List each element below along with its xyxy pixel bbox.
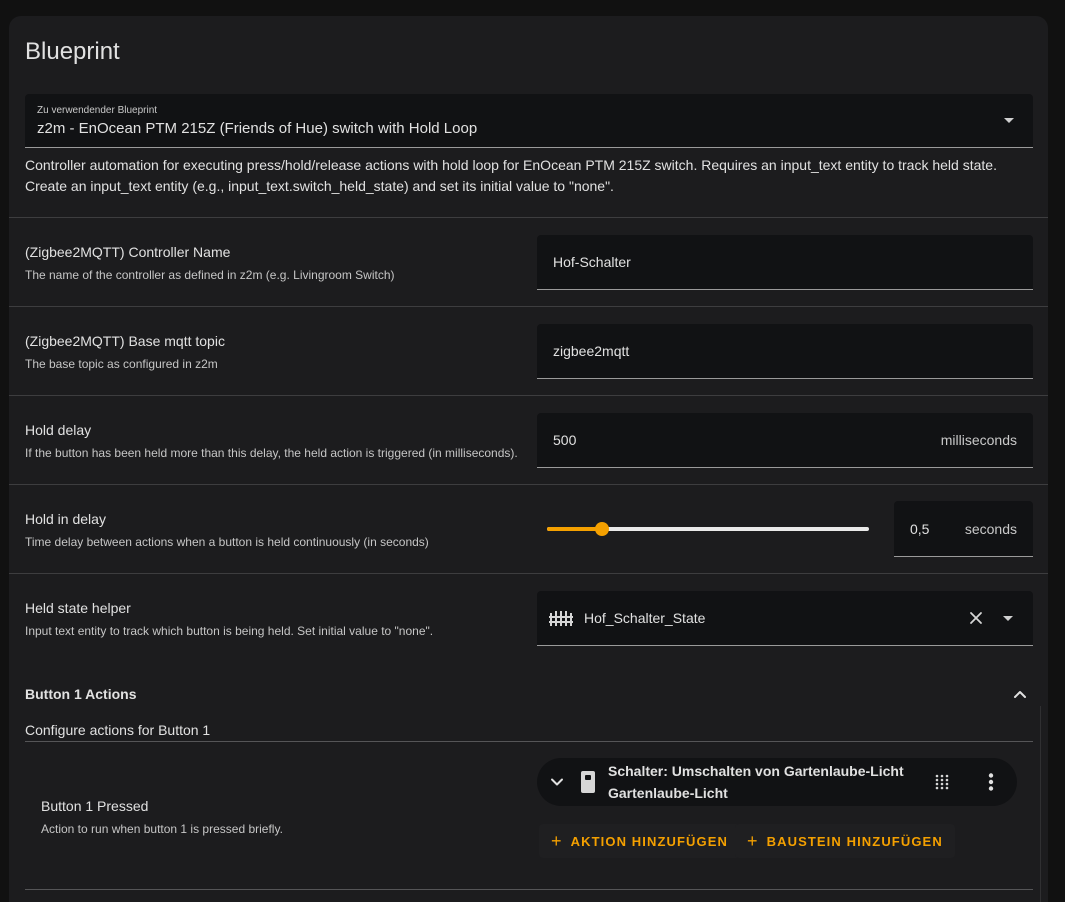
hold-in-delay-slider[interactable] bbox=[547, 522, 869, 536]
base-topic-input[interactable]: zigbee2mqtt bbox=[537, 324, 1033, 379]
button1-section-subtitle: Configure actions for Button 1 bbox=[25, 722, 211, 738]
blueprint-select-value: z2m - EnOcean PTM 215Z (Friends of Hue) … bbox=[37, 120, 478, 137]
divider bbox=[9, 573, 1048, 574]
held-state-entity-picker[interactable]: Hof_Schalter_State bbox=[537, 591, 1033, 646]
plus-icon: + bbox=[747, 831, 759, 851]
action-item[interactable]: Schalter: Umschalten von Gartenlaube-Lic… bbox=[537, 758, 1017, 806]
base-topic-description: The base topic as configured in z2m bbox=[25, 357, 218, 371]
controller-name-value: Hof-Schalter bbox=[553, 254, 631, 270]
slider-fill bbox=[547, 527, 602, 531]
hold-in-delay-title: Hold in delay bbox=[25, 511, 106, 527]
divider bbox=[9, 484, 1048, 485]
hold-in-delay-description: Time delay between actions when a button… bbox=[25, 535, 429, 549]
held-state-title: Held state helper bbox=[25, 600, 131, 616]
fence-icon bbox=[549, 611, 573, 626]
hold-delay-input[interactable]: 500 milliseconds bbox=[537, 413, 1033, 468]
action-subtitle: Gartenlaube-Licht bbox=[608, 785, 728, 801]
button1-pressed-title: Button 1 Pressed bbox=[41, 798, 149, 814]
hold-delay-unit: milliseconds bbox=[940, 432, 1017, 448]
held-state-value: Hof_Schalter_State bbox=[584, 610, 706, 626]
controller-name-title: (Zigbee2MQTT) Controller Name bbox=[25, 244, 231, 260]
base-topic-value: zigbee2mqtt bbox=[553, 343, 630, 359]
hold-in-delay-value: 0,5 bbox=[910, 521, 930, 537]
held-state-description: Input text entity to track which button … bbox=[25, 624, 434, 638]
controller-name-input[interactable]: Hof-Schalter bbox=[537, 235, 1033, 290]
section-divider bbox=[25, 889, 1033, 890]
chevron-down-icon[interactable] bbox=[550, 775, 564, 789]
plus-icon: + bbox=[551, 831, 563, 851]
dropdown-arrow-icon[interactable] bbox=[1003, 616, 1013, 621]
hold-delay-value: 500 bbox=[553, 432, 577, 448]
add-building-block-button[interactable]: + BAUSTEIN HINZUFÜGEN bbox=[735, 824, 955, 858]
action-title: Schalter: Umschalten von Gartenlaube-Lic… bbox=[608, 763, 904, 779]
divider bbox=[9, 306, 1048, 307]
hold-in-delay-input[interactable]: 0,5 seconds bbox=[894, 501, 1033, 557]
drag-handle-icon[interactable] bbox=[935, 774, 949, 790]
button1-pressed-description: Action to run when button 1 is pressed b… bbox=[41, 822, 283, 836]
blueprint-card: Blueprint Zu verwendender Blueprint z2m … bbox=[9, 16, 1048, 902]
divider bbox=[9, 395, 1048, 396]
chevron-up-icon[interactable] bbox=[1012, 686, 1028, 702]
dropdown-arrow-icon[interactable] bbox=[1004, 118, 1014, 123]
card-title: Blueprint bbox=[25, 38, 120, 65]
hold-in-delay-unit: seconds bbox=[964, 521, 1017, 537]
add-action-label: AKTION HINZUFÜGEN bbox=[570, 833, 728, 849]
button1-section-title[interactable]: Button 1 Actions bbox=[25, 686, 136, 702]
divider bbox=[9, 217, 1048, 218]
description-line: Create an input_text entity (e.g., input… bbox=[25, 178, 614, 194]
base-topic-title: (Zigbee2MQTT) Base mqtt topic bbox=[25, 333, 225, 349]
more-vertical-icon[interactable] bbox=[988, 773, 994, 791]
description-line: Controller automation for executing pres… bbox=[25, 157, 997, 173]
blueprint-select-label: Zu verwendender Blueprint bbox=[37, 105, 158, 116]
controller-name-description: The name of the controller as defined in… bbox=[25, 268, 395, 282]
section-divider bbox=[25, 741, 1033, 742]
hold-delay-description: If the button has been held more than th… bbox=[25, 446, 518, 460]
blueprint-select[interactable]: Zu verwendender Blueprint z2m - EnOcean … bbox=[25, 94, 1033, 148]
add-building-block-label: BAUSTEIN HINZUFÜGEN bbox=[766, 833, 943, 849]
slider-thumb[interactable] bbox=[594, 522, 609, 536]
add-action-button[interactable]: + AKTION HINZUFÜGEN bbox=[539, 824, 740, 858]
blueprint-description: Controller automation for executing pres… bbox=[25, 155, 1035, 197]
hold-delay-title: Hold delay bbox=[25, 422, 92, 438]
light-switch-icon bbox=[581, 771, 595, 793]
close-icon[interactable] bbox=[968, 610, 984, 626]
